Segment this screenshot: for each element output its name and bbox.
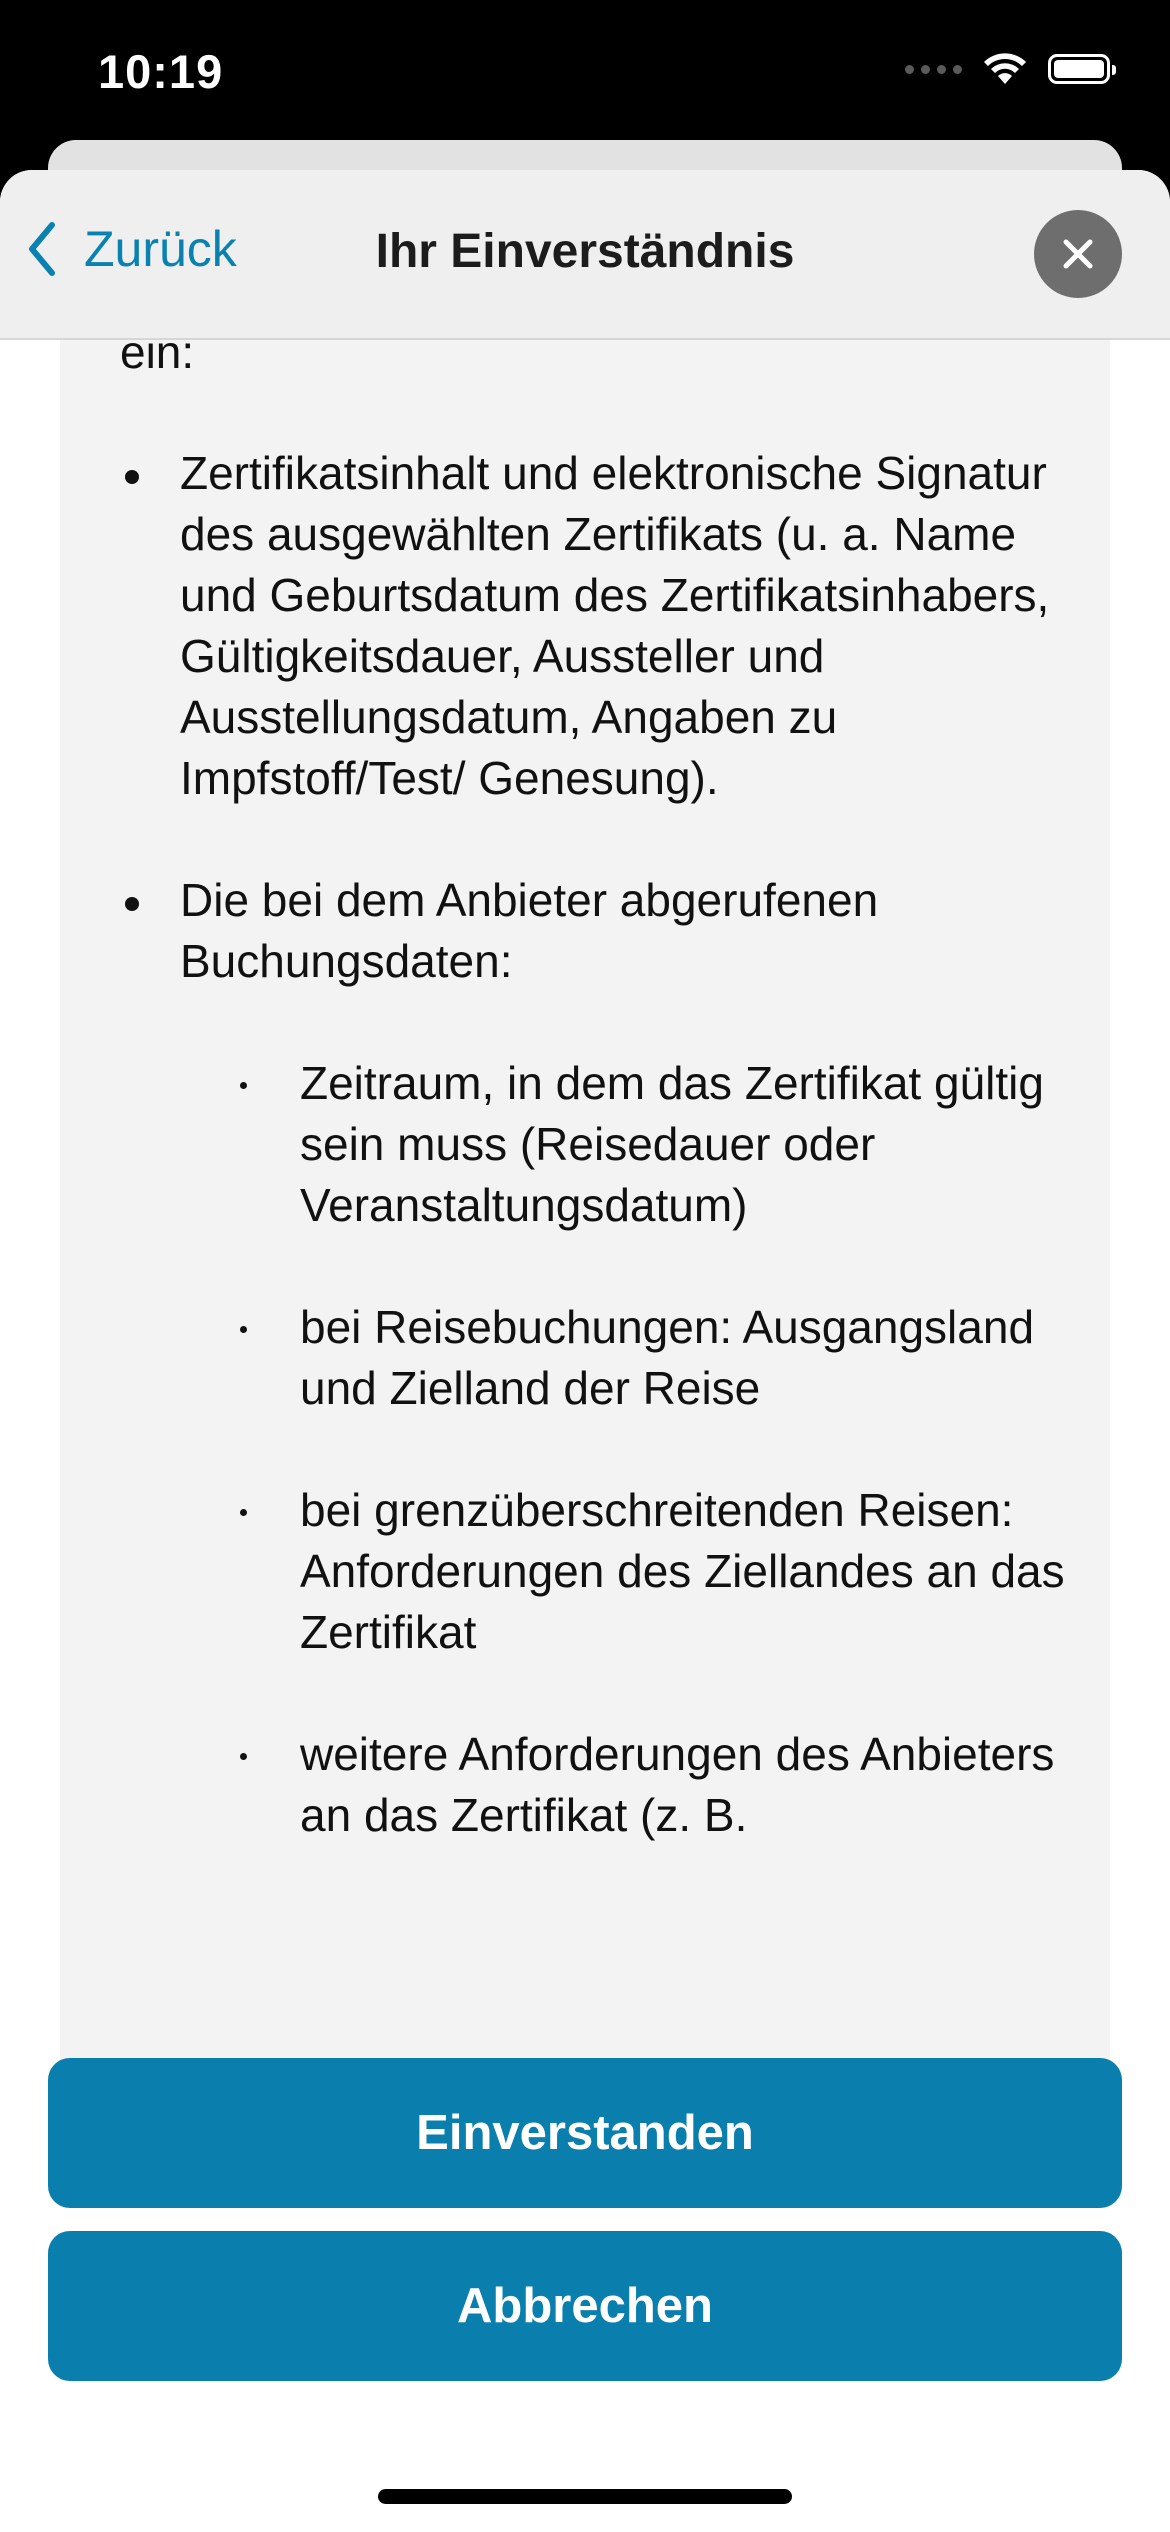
list-item-text: Die bei dem Anbieter abgerufenen Buchung… [180,874,879,987]
sub-list-item: weitere Anforderungen des Anbieters an d… [240,1724,1080,1846]
sub-list-item-text: bei grenzüberschreitenden Reisen: Anford… [300,1484,1065,1658]
sub-list: Zeitraum, in dem das Zertifikat gültig s… [180,1053,1080,1846]
cancel-button[interactable]: Abbrechen [48,2231,1122,2381]
list-item-text: Zertifikatsinhalt und elektronische Sign… [180,447,1050,804]
sub-list-item: bei grenzüberschreitenden Reisen: Anford… [240,1480,1080,1663]
consent-text-scroll-area[interactable]: ein: Zertifikatsinhalt und elektronische… [60,340,1110,2178]
intro-text: ein: [120,340,195,378]
wifi-icon [984,53,1026,84]
sub-list-item: Zeitraum, in dem das Zertifikat gültig s… [240,1053,1080,1236]
navigation-bar: Zurück Ihr Einverständnis [0,170,1170,340]
consent-text: ein: Zertifikatsinhalt und elektronische… [120,340,1080,1907]
sub-list-item-text: Zeitraum, in dem das Zertifikat gültig s… [300,1057,1044,1231]
action-buttons: Einverstanden Abbrechen [48,2058,1122,2381]
cellular-signal-icon [905,64,962,74]
list-item: Zertifikatsinhalt und elektronische Sign… [120,443,1080,809]
page-title: Ihr Einverständnis [375,225,795,278]
sub-list-item-text: weitere Anforderungen des Anbieters an d… [300,1728,1055,1841]
home-indicator [378,2489,792,2504]
list-item: Die bei dem Anbieter abgerufenen Buchung… [120,870,1080,1846]
agree-button[interactable]: Einverstanden [48,2058,1122,2208]
close-button[interactable] [1034,210,1122,298]
status-bar: 10:19 [0,0,1170,150]
battery-icon [1048,54,1116,84]
status-icons [905,52,1116,86]
app-screen: 10:19 Zurück Ihr Einverständnis ein: Zer… [0,0,1170,2532]
close-icon [1063,239,1093,269]
sub-list-item-text: bei Reisebuchungen: Ausgangsland und Zie… [300,1301,1035,1414]
status-time: 10:19 [98,45,224,98]
sub-list-item: bei Reisebuchungen: Ausgangsland und Zie… [240,1297,1080,1419]
